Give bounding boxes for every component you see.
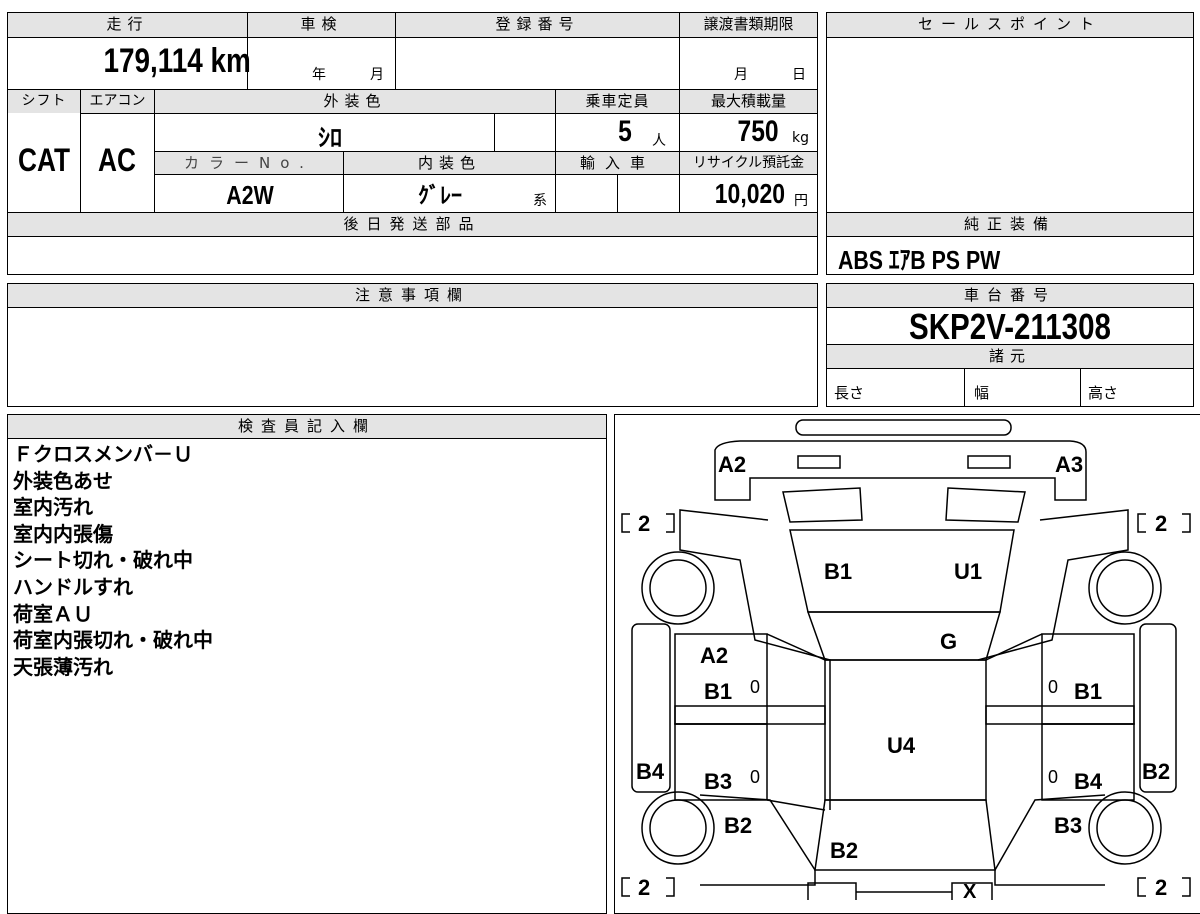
note-line: 室内汚れ xyxy=(13,495,93,520)
inspection-year-unit: 年 xyxy=(312,67,326,83)
zero-d: 0 xyxy=(1048,767,1059,787)
recycle-fee-value: 10,020 xyxy=(714,178,785,209)
interior-color-value: ｸﾞﾚｰ xyxy=(417,184,462,209)
note-line: Ｆクロスメンバ－Ｕ xyxy=(13,442,193,466)
max-load-header: 最大積載量 xyxy=(680,90,817,113)
shift-header: シフト xyxy=(8,90,80,113)
note-line: 室内内張傷 xyxy=(13,521,113,546)
recycle-fee-header: リサイクル預託金 xyxy=(680,152,817,174)
tire-rear-left: 2 xyxy=(638,875,651,900)
mileage-header: 走行 xyxy=(8,13,247,37)
genuine-equipment-value: ABS ｴｱB PS PW xyxy=(838,245,1001,275)
specs-header: 諸元 xyxy=(827,345,1193,368)
label-side-right: B2 xyxy=(1142,759,1171,784)
import-car-header: 輸入車 xyxy=(556,152,679,174)
tire-front-left: 2 xyxy=(638,511,651,536)
label-windshield: G xyxy=(940,629,958,654)
inspector-notes: Ｆクロスメンバ－Ｕ 外装色あせ 室内汚れ 室内内張傷 シート切れ・破れ中 ハンド… xyxy=(13,441,213,680)
sales-points-header: セールスポイント xyxy=(827,13,1193,37)
mileage-value: 179,114 km xyxy=(103,42,251,80)
note-line: 荷室ＡＵ xyxy=(13,601,93,626)
label-hood-right: U1 xyxy=(954,559,983,584)
caution-header: 注意事項欄 xyxy=(8,284,817,307)
zero-b: 0 xyxy=(1048,677,1059,697)
inspection-header: 車検 xyxy=(248,13,395,37)
inspection-month-unit: 月 xyxy=(370,67,384,83)
shift-value: CAT xyxy=(18,142,70,178)
capacity-unit: 人 xyxy=(652,133,666,149)
recycle-fee-unit: 円 xyxy=(794,193,808,209)
note-line: シート切れ・破れ中 xyxy=(13,548,193,573)
tire-rear-right: 2 xyxy=(1155,875,1168,900)
label-rear-quarter-right: B3 xyxy=(1054,813,1083,838)
later-parts-header: 後日発送部品 xyxy=(8,213,817,236)
label-front-door-left-top: A2 xyxy=(700,643,729,668)
label-rear-door-left: B3 xyxy=(704,769,733,794)
color-no-value: A2W xyxy=(226,180,274,210)
note-line: 荷室内張切れ・破れ中 xyxy=(13,628,213,653)
specs-length: 長さ xyxy=(834,384,865,402)
exterior-color-value: ｼﾛ xyxy=(318,124,342,152)
label-rear-door-right: B4 xyxy=(1074,769,1103,794)
specs-width: 幅 xyxy=(974,384,990,402)
note-line: ハンドルすれ xyxy=(13,574,133,599)
deadline-day-unit: 日 xyxy=(792,67,806,83)
label-rear-bumper: X xyxy=(963,881,977,903)
label-back: B2 xyxy=(830,838,859,863)
capacity-header: 乗車定員 xyxy=(556,90,679,113)
transfer-deadline-header: 譲渡書類期限 xyxy=(680,13,817,37)
capacity-value: 5 xyxy=(618,115,632,148)
genuine-equipment-header: 純正装備 xyxy=(827,213,1193,236)
note-line: 天張薄汚れ xyxy=(13,654,113,679)
chassis-value: SKP2V-211308 xyxy=(909,306,1111,347)
exterior-color-header: 外装色 xyxy=(155,90,555,113)
color-no-header: カラーNo. xyxy=(155,152,343,174)
chassis-header: 車台番号 xyxy=(827,284,1193,307)
label-front-door-left: B1 xyxy=(704,679,733,704)
label-roof: U4 xyxy=(887,733,916,758)
label-front-door-right: B1 xyxy=(1074,679,1103,704)
note-line: 外装色あせ xyxy=(13,468,113,493)
inspector-header: 検査員記入欄 xyxy=(8,415,606,438)
specs-height: 高さ xyxy=(1088,384,1119,402)
deadline-month-unit: 月 xyxy=(734,67,748,83)
aircon-value: AC xyxy=(98,142,136,178)
interior-color-header: 内装色 xyxy=(344,152,555,174)
tire-front-right: 2 xyxy=(1155,511,1168,536)
zero-c: 0 xyxy=(750,767,761,787)
registration-header: 登録番号 xyxy=(396,13,679,37)
zero-a: 0 xyxy=(750,677,761,697)
label-side-left: B4 xyxy=(636,759,665,784)
label-front-right: A3 xyxy=(1055,452,1084,477)
max-load-unit: kg xyxy=(792,130,809,146)
max-load-value: 750 xyxy=(737,115,779,148)
aircon-header: エアコン xyxy=(81,90,154,113)
label-rear-quarter-left: B2 xyxy=(724,813,753,838)
label-hood-left: B1 xyxy=(824,559,853,584)
label-front-left: A2 xyxy=(718,452,747,477)
interior-color-suffix: 系 xyxy=(533,193,547,209)
